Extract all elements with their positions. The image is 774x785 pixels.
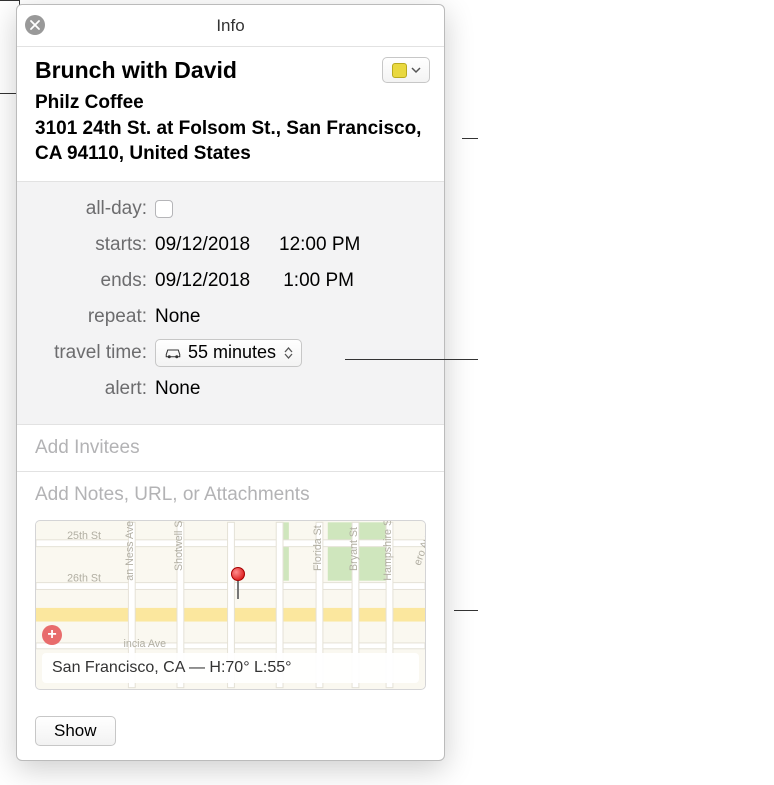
starts-row: starts: 09/12/2018 12:00 PM [35, 230, 426, 260]
travel-time-value: 55 minutes [188, 342, 276, 363]
map-pin-icon [231, 567, 245, 599]
footer: Show [17, 706, 444, 760]
svg-text:26th St: 26th St [67, 573, 101, 585]
show-button[interactable]: Show [35, 716, 116, 746]
allday-row: all-day: [35, 194, 426, 224]
event-location-name[interactable]: Philz Coffee [35, 90, 426, 116]
travel-label: travel time: [35, 342, 155, 364]
repeat-row: repeat: None [35, 302, 426, 332]
ends-date[interactable]: 09/12/2018 [155, 270, 265, 292]
ends-label: ends: [35, 270, 155, 292]
svg-text:25th St: 25th St [67, 530, 101, 542]
repeat-label: repeat: [35, 306, 155, 328]
add-notes-field[interactable]: Add Notes, URL, or Attachments [35, 484, 426, 506]
callout-line [345, 359, 478, 360]
weather-bar: San Francisco, CA — H:70° L:55° [42, 653, 419, 683]
add-invitees-field[interactable]: Add Invitees [17, 425, 444, 472]
event-info-popover: Info Brunch with David Philz Coffee 3101… [16, 4, 445, 761]
event-details: all-day: starts: 09/12/2018 12:00 PM end… [17, 182, 444, 425]
chevron-down-icon [411, 65, 421, 75]
window-title: Info [216, 16, 244, 36]
starts-date[interactable]: 09/12/2018 [155, 234, 265, 256]
starts-time[interactable]: 12:00 PM [279, 234, 360, 256]
ends-time[interactable]: 1:00 PM [279, 270, 354, 292]
ends-row: ends: 09/12/2018 1:00 PM [35, 266, 426, 296]
callout-line [462, 138, 478, 139]
svg-text:Hampshire St: Hampshire St [382, 521, 394, 581]
car-icon [164, 346, 182, 360]
alert-value[interactable]: None [155, 378, 200, 400]
event-location-address[interactable]: 3101 24th St. at Folsom St., San Francis… [35, 116, 426, 167]
event-header: Brunch with David Philz Coffee 3101 24th… [17, 47, 444, 182]
svg-text:Florida St: Florida St [312, 525, 324, 571]
notes-block: Add Notes, URL, or Attachments [17, 472, 444, 706]
callout-line [454, 610, 478, 611]
stepper-icon [284, 347, 293, 359]
svg-text:Bryant St: Bryant St [348, 527, 360, 571]
close-button[interactable] [25, 15, 45, 35]
alert-label: alert: [35, 378, 155, 400]
repeat-value[interactable]: None [155, 306, 200, 328]
add-location-icon[interactable]: + [42, 625, 62, 645]
close-icon [30, 20, 40, 30]
alert-row: alert: None [35, 374, 426, 404]
travel-row: travel time: 55 minutes [35, 338, 426, 368]
svg-text:an Ness Ave: an Ness Ave [124, 521, 136, 581]
allday-label: all-day: [35, 198, 155, 220]
calendar-color-swatch [392, 63, 407, 78]
travel-time-popup[interactable]: 55 minutes [155, 339, 302, 367]
svg-text:incia Ave: incia Ave [124, 638, 167, 650]
allday-checkbox[interactable] [155, 200, 173, 218]
location-map[interactable]: 25th St 26th St Shotwell St an Ness Ave … [35, 520, 426, 690]
titlebar: Info [17, 5, 444, 47]
svg-text:Shotwell St: Shotwell St [173, 521, 185, 571]
calendar-color-picker[interactable] [382, 57, 430, 83]
event-title[interactable]: Brunch with David [35, 57, 426, 84]
starts-label: starts: [35, 234, 155, 256]
